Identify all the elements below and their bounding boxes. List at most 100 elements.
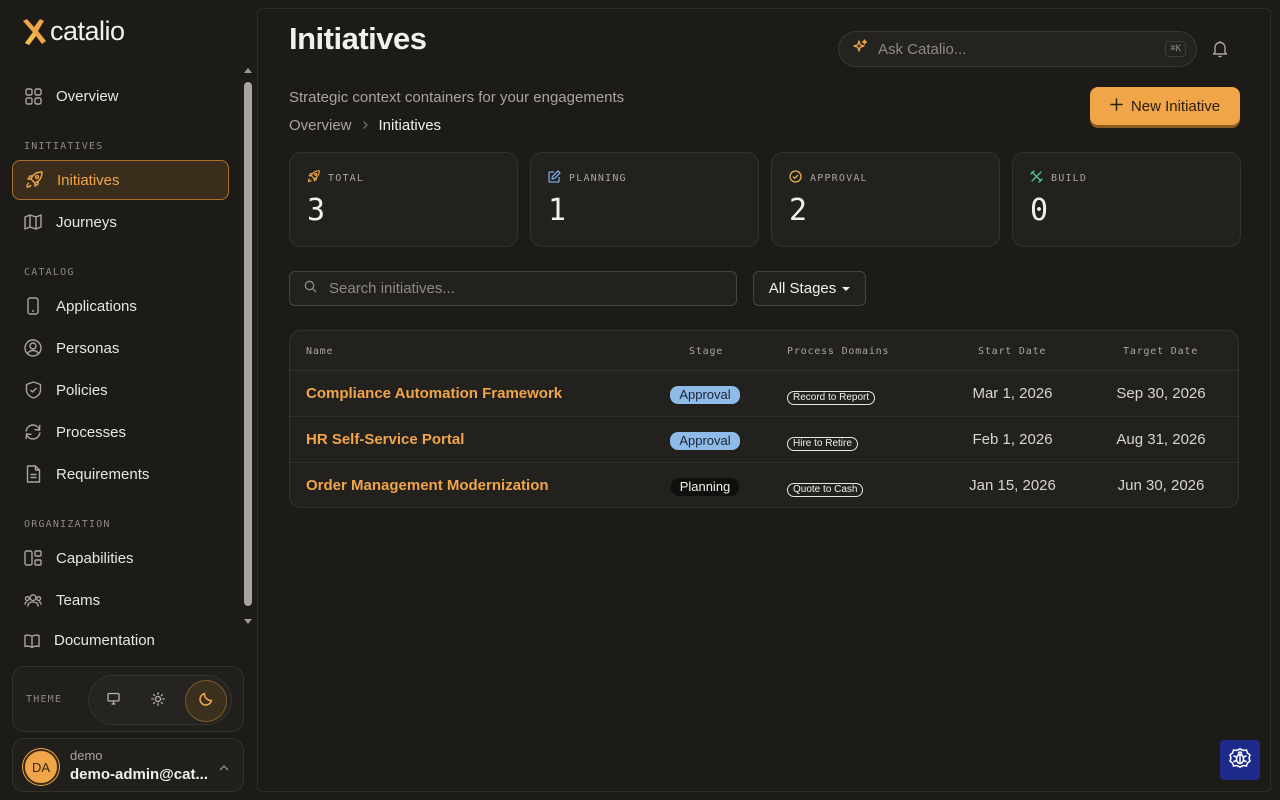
map-icon (24, 213, 42, 231)
rocket-icon (25, 171, 43, 189)
section-label-initiatives: INITIATIVES (24, 141, 104, 152)
sidebar-item-journeys[interactable]: Journeys (12, 202, 229, 242)
stat-label: APPROVAL (810, 172, 868, 184)
sidebar-item-capabilities[interactable]: Capabilities (12, 538, 229, 578)
user-name: demo (70, 748, 103, 763)
sidebar-item-overview[interactable]: Overview (12, 76, 229, 116)
column-header-target-date[interactable]: Target Date (1123, 346, 1198, 357)
section-label-catalog: CATALOG (24, 267, 75, 278)
initiative-name-link[interactable]: Order Management Modernization (306, 477, 549, 494)
sparkles-icon (853, 39, 868, 59)
sidebar-nav: Overview INITIATIVES Initiatives Journey… (0, 66, 256, 626)
chevron-right-icon (362, 119, 369, 133)
section-label-organization: ORGANIZATION (24, 519, 111, 530)
stage-badge: Approval (670, 432, 740, 450)
sidebar-item-personas[interactable]: Personas (12, 328, 229, 368)
stage-badge: Approval (670, 386, 740, 404)
sidebar-item-applications[interactable]: Applications (12, 286, 229, 326)
column-header-stage[interactable]: Stage (689, 346, 723, 357)
stat-value: 1 (548, 193, 567, 228)
table-row[interactable]: HR Self-Service Portal Approval Hire to … (290, 417, 1238, 463)
domain-badge: Record to Report (787, 391, 876, 405)
page-subtitle: Strategic context containers for your en… (289, 89, 625, 106)
sidebar-item-label: Journeys (56, 213, 117, 231)
new-initiative-label: New Initiative (1130, 97, 1221, 115)
bell-icon[interactable] (1212, 40, 1228, 63)
sidebar-item-policies[interactable]: Policies (12, 370, 229, 410)
layout-blocks-icon (24, 549, 42, 567)
edit-icon (548, 170, 561, 186)
sidebar: catalio Overview INITIATIVES Initiatives (0, 0, 256, 800)
users-icon (24, 591, 42, 609)
search-icon (304, 280, 317, 298)
table-row[interactable]: Order Management Modernization Planning … (290, 463, 1238, 507)
sidebar-item-teams[interactable]: Teams (12, 580, 229, 620)
domain-badge: Quote to Cash (787, 483, 864, 497)
stat-value: 0 (1030, 193, 1049, 228)
sidebar-item-label: Capabilities (56, 549, 134, 567)
user-email: demo-admin@cat... (70, 766, 208, 783)
theme-system-button[interactable] (92, 680, 134, 722)
stat-card-build: BUILD 0 (1012, 152, 1241, 247)
initiative-name-link[interactable]: HR Self-Service Portal (306, 431, 464, 448)
breadcrumb-overview[interactable]: Overview (289, 117, 352, 134)
theme-light-button[interactable] (137, 680, 179, 722)
stat-card-total: TOTAL 3 (289, 152, 518, 247)
shortcut-hint: ⌘K (1165, 41, 1186, 57)
search-input[interactable]: Search initiatives... (289, 271, 737, 306)
user-menu[interactable]: DA demo demo-admin@cat... (12, 738, 244, 792)
initiative-name-link[interactable]: Compliance Automation Framework (306, 385, 562, 402)
book-open-icon (24, 633, 40, 649)
stage-badge: Planning (670, 478, 740, 496)
catalio-logo-icon (20, 17, 48, 47)
stat-card-approval: APPROVAL 2 (771, 152, 1000, 247)
start-date: Mar 1, 2026 (972, 385, 1053, 402)
theme-toggle-group (88, 675, 232, 725)
stage-filter-value: All Stages (768, 280, 837, 297)
page-title: Initiatives (289, 21, 427, 56)
logo-text: catalio (50, 16, 125, 46)
mobile-device-icon (24, 297, 42, 315)
theme-switcher: THEME (12, 666, 244, 732)
bug-icon (1228, 746, 1252, 775)
moon-icon (199, 692, 213, 711)
ask-catalio-input[interactable]: Ask Catalio... ⌘K (838, 31, 1197, 67)
sun-icon (151, 691, 165, 711)
start-date: Feb 1, 2026 (972, 431, 1053, 448)
target-date: Sep 30, 2026 (1116, 385, 1206, 402)
column-header-process-domains[interactable]: Process Domains (787, 346, 889, 357)
stage-filter-select[interactable]: All Stages (753, 271, 866, 306)
documentation-label: Documentation (54, 632, 155, 649)
sidebar-item-processes[interactable]: Processes (12, 412, 229, 452)
table-row[interactable]: Compliance Automation Framework Approval… (290, 371, 1238, 417)
sidebar-scrollbar[interactable] (243, 68, 253, 624)
bug-report-button[interactable] (1220, 740, 1260, 780)
document-icon (24, 465, 42, 483)
sidebar-item-label: Initiatives (57, 171, 120, 189)
theme-dark-button[interactable] (185, 680, 227, 722)
logo[interactable]: catalio (20, 16, 125, 47)
refresh-icon (24, 423, 42, 441)
caret-down-icon (842, 286, 851, 291)
scrollbar-thumb[interactable] (244, 82, 252, 606)
theme-label: THEME (26, 694, 63, 705)
new-initiative-button[interactable]: New Initiative (1090, 87, 1240, 125)
main-content: Initiatives Ask Catalio... ⌘K Strategic … (257, 8, 1271, 792)
stat-label: TOTAL (328, 172, 365, 184)
stat-label: PLANNING (569, 172, 627, 184)
column-header-name[interactable]: Name (306, 346, 333, 357)
sidebar-item-initiatives[interactable]: Initiatives (12, 160, 229, 200)
documentation-link[interactable]: Documentation (24, 632, 155, 649)
search-placeholder: Search initiatives... (329, 280, 455, 297)
shield-check-icon (24, 381, 42, 399)
sidebar-item-label: Applications (56, 297, 137, 315)
column-header-start-date[interactable]: Start Date (978, 346, 1046, 357)
sidebar-item-label: Policies (56, 381, 108, 399)
sidebar-item-label: Requirements (56, 465, 150, 483)
scroll-up-icon[interactable] (244, 68, 252, 73)
monitor-icon (106, 692, 120, 710)
check-circle-icon (789, 170, 802, 186)
target-date: Jun 30, 2026 (1117, 477, 1205, 494)
sidebar-item-requirements[interactable]: Requirements (12, 454, 229, 494)
scroll-down-icon[interactable] (244, 619, 252, 624)
